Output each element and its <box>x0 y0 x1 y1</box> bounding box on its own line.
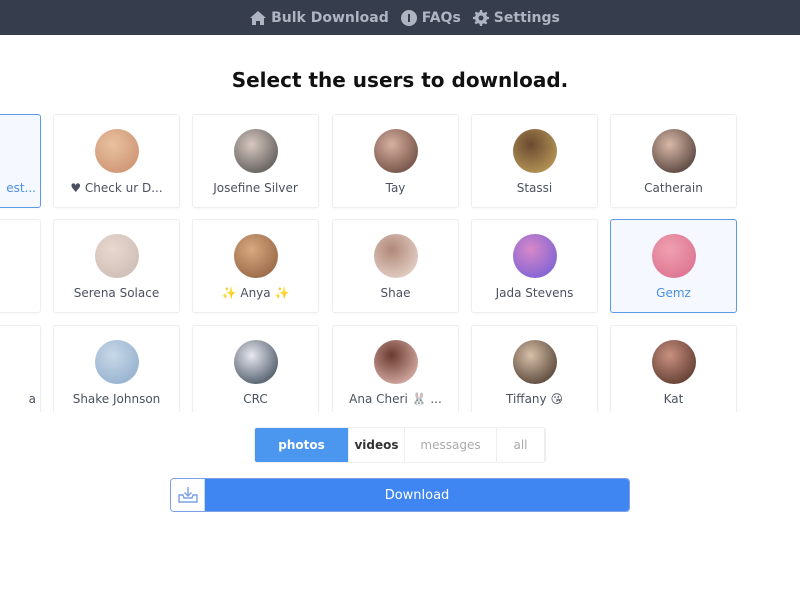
home-icon <box>250 10 267 25</box>
avatar <box>234 340 278 384</box>
avatar <box>652 129 696 173</box>
avatar <box>513 129 557 173</box>
avatar <box>513 234 557 278</box>
user-name: a <box>28 392 36 406</box>
media-type-tabs: photos videos messages all <box>254 427 546 463</box>
avatar <box>374 129 418 173</box>
user-card[interactable]: ♥ Check ur D... <box>53 114 180 208</box>
user-name: Shae <box>380 286 411 300</box>
user-name: ✨ Anya ✨ <box>221 286 290 300</box>
user-name: Ana Cheri 🐰 ... <box>349 392 442 406</box>
page-title: Select the users to download. <box>231 68 569 92</box>
user-name: Stassi <box>516 181 553 195</box>
user-card[interactable]: Gemz <box>610 219 737 313</box>
user-name: Jada Stevens <box>495 286 574 300</box>
tab-photos[interactable]: photos <box>255 428 349 462</box>
avatar <box>95 234 139 278</box>
user-card[interactable]: Shae <box>332 219 459 313</box>
user-card[interactable]: Ana Cheri 🐰 ... <box>332 325 459 412</box>
tab-all[interactable]: all <box>497 428 545 462</box>
user-card[interactable]: Jada Stevens <box>471 219 598 313</box>
user-card[interactable]: a <box>0 325 41 412</box>
download-label: Download <box>205 479 629 511</box>
user-name: Tiffany 😘 <box>506 392 563 406</box>
user-name: ♥ Check ur D... <box>70 181 163 195</box>
nav-label: FAQs <box>421 9 461 26</box>
user-card[interactable]: Shake Johnson <box>53 325 180 412</box>
avatar <box>513 340 557 384</box>
avatar <box>95 340 139 384</box>
nav-label: Settings <box>493 9 560 26</box>
user-card[interactable]: Tiffany 😘 <box>471 325 598 412</box>
info-icon <box>400 9 417 26</box>
user-name: Kat <box>663 392 684 406</box>
tab-messages[interactable]: messages <box>405 428 497 462</box>
avatar <box>234 234 278 278</box>
avatar <box>95 129 139 173</box>
user-card[interactable]: Tay <box>332 114 459 208</box>
avatar <box>652 234 696 278</box>
nav-label: Bulk Download <box>271 9 389 26</box>
avatar <box>234 129 278 173</box>
user-card[interactable] <box>0 219 41 313</box>
avatar <box>652 340 696 384</box>
user-card[interactable]: est... <box>0 114 41 208</box>
user-grid[interactable]: est... ♥ Check ur D... Josefine Silver Tay S… <box>0 105 800 412</box>
user-card[interactable]: Kat <box>610 325 737 412</box>
nav-bulk-download[interactable]: Bulk Download <box>250 10 389 26</box>
top-nav: Bulk Download FAQs Settings <box>0 0 800 35</box>
user-card[interactable]: ✨ Anya ✨ <box>192 219 319 313</box>
user-name: Serena Solace <box>73 286 160 300</box>
user-card[interactable]: CRC <box>192 325 319 412</box>
user-name: Josefine Silver <box>213 181 298 195</box>
user-card[interactable]: Serena Solace <box>53 219 180 313</box>
avatar <box>374 340 418 384</box>
user-name: CRC <box>243 392 268 406</box>
user-name: Catherain <box>644 181 703 195</box>
gear-icon <box>472 9 489 26</box>
avatar <box>374 234 418 278</box>
download-button[interactable]: Download <box>170 478 630 512</box>
user-card[interactable]: Josefine Silver <box>192 114 319 208</box>
user-card[interactable]: Catherain <box>610 114 737 208</box>
nav-faqs[interactable]: FAQs <box>400 9 461 26</box>
nav-settings[interactable]: Settings <box>472 9 560 26</box>
user-name: est... <box>6 181 36 195</box>
download-tray-icon <box>171 479 205 511</box>
user-name: Shake Johnson <box>72 392 161 406</box>
user-name: Gemz <box>656 286 691 300</box>
user-name: Tay <box>385 181 406 195</box>
tab-videos[interactable]: videos <box>349 428 405 462</box>
user-card[interactable]: Stassi <box>471 114 598 208</box>
